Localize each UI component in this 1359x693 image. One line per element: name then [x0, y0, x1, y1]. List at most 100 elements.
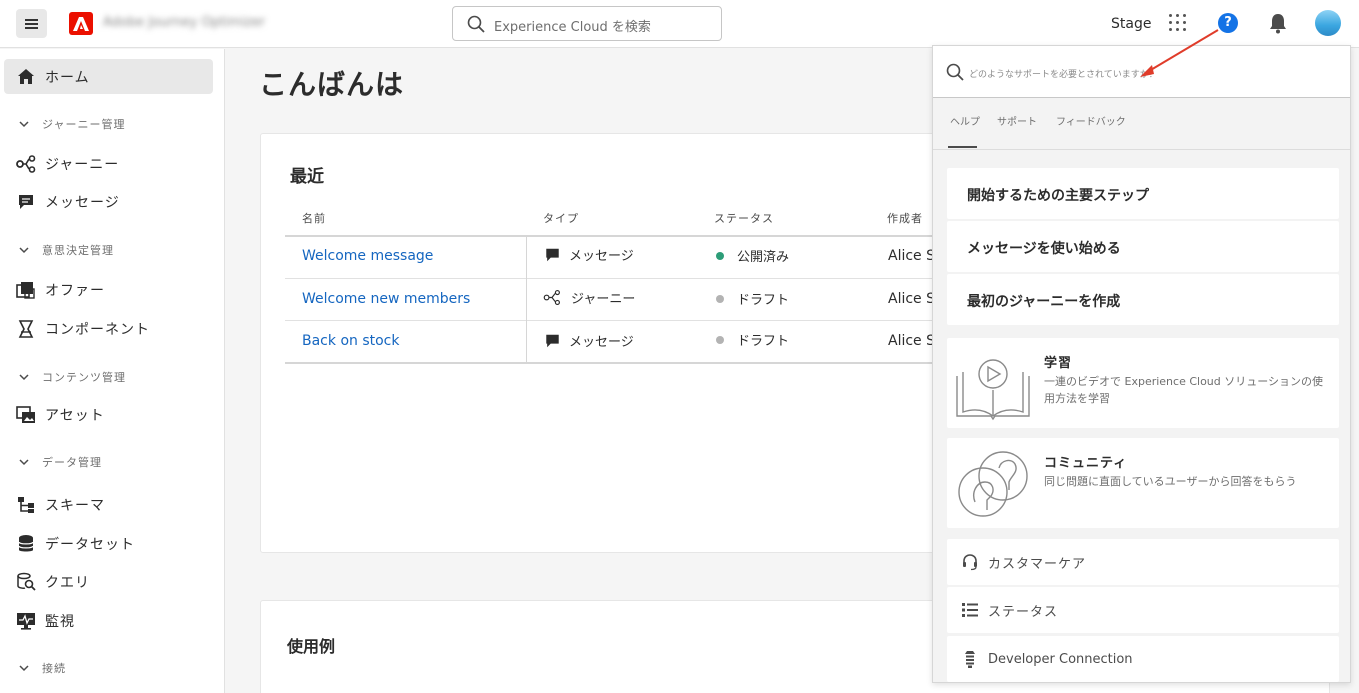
tab-help[interactable]: ヘルプ: [950, 113, 980, 128]
section-label: ジャーニー管理: [42, 118, 126, 131]
type-label: メッセージ: [569, 249, 634, 264]
sidebar-item-datasets[interactable]: データセット: [4, 526, 213, 561]
adobe-logo[interactable]: [69, 12, 93, 35]
sidebar-item-assets[interactable]: アセット: [4, 397, 213, 432]
table-row-author: Alice S: [888, 248, 936, 264]
status-dot: [716, 335, 724, 344]
sidebar-item-messages[interactable]: メッセージ: [4, 184, 213, 219]
sidebar-item-label: データセット: [45, 536, 135, 553]
status-label: ドラフト: [737, 293, 790, 308]
status-dot: [716, 251, 724, 260]
table-divider: [285, 235, 935, 237]
bell-icon[interactable]: [1268, 12, 1288, 38]
card-title: 使用例: [287, 637, 336, 656]
card-title: 最近: [290, 167, 324, 187]
tab-support[interactable]: サポート: [997, 113, 1037, 128]
community-icon: [958, 451, 1028, 517]
help-tabs: ヘルプ サポート フィードバック: [933, 98, 1350, 150]
home-icon: [15, 66, 37, 88]
help-row-status[interactable]: ステータス: [947, 587, 1339, 633]
table-divider: [285, 362, 935, 364]
section-label: 意思決定管理: [42, 244, 114, 257]
help-link-label: 開始するための主要ステップ: [967, 188, 1149, 204]
dataset-icon: [15, 533, 37, 555]
help-link-getting-started[interactable]: 開始するための主要ステップ: [947, 168, 1339, 219]
sidebar-item-label: ジャーニー: [45, 156, 120, 173]
sidebar-item-offers[interactable]: オファー: [4, 272, 213, 307]
page-title: こんばんは: [259, 68, 405, 101]
table-divider: [285, 320, 935, 321]
help-link-label: メッセージを使い始める: [967, 241, 1121, 257]
sidebar-item-components[interactable]: コンポーネント: [4, 311, 213, 346]
sidebar-item-monitoring[interactable]: 監視: [4, 603, 213, 638]
section-connections[interactable]: 接続: [18, 660, 66, 676]
section-journey-management[interactable]: ジャーニー管理: [18, 116, 125, 132]
components-icon: [15, 318, 37, 340]
table-row-type: ジャーニー: [543, 288, 635, 307]
offer-icon: [15, 279, 37, 301]
status-badge: 公開済み: [716, 246, 789, 265]
chevron-down-icon: [19, 459, 29, 466]
chevron-down-icon: [19, 121, 29, 128]
message-icon: [543, 332, 561, 350]
headset-icon: [960, 552, 980, 572]
table-row-type: メッセージ: [543, 331, 634, 350]
column-header-type[interactable]: タイプ: [543, 210, 579, 226]
status-badge: ドラフト: [716, 289, 789, 308]
column-header-status[interactable]: ステータス: [714, 210, 774, 226]
table-row-name-link[interactable]: Back on stock: [302, 333, 399, 349]
help-learn-card[interactable]: 学習 一連のビデオで Experience Cloud ソリューションの使用方法…: [947, 338, 1339, 428]
section-decision-management[interactable]: 意思決定管理: [18, 242, 114, 258]
column-header-name[interactable]: 名前: [302, 210, 326, 226]
message-icon: [543, 246, 561, 264]
sidebar-item-label: コンポーネント: [45, 321, 150, 338]
search-placeholder: Experience Cloud を検索: [494, 20, 651, 35]
learn-description: 一連のビデオで Experience Cloud ソリューションの使用方法を学習: [1044, 375, 1324, 405]
help-link-label: 最初のジャーニーを作成: [967, 294, 1121, 310]
message-icon: [15, 191, 37, 213]
help-link-first-journey[interactable]: 最初のジャーニーを作成: [947, 274, 1339, 325]
status-badge: ドラフト: [716, 330, 789, 349]
help-row-customer-care[interactable]: カスタマーケア: [947, 539, 1339, 585]
sidebar-item-home[interactable]: ホーム: [4, 59, 213, 94]
sidebar-item-schemas[interactable]: スキーマ: [4, 487, 213, 522]
sidebar-item-label: メッセージ: [45, 194, 120, 211]
column-header-author[interactable]: 作成者: [887, 210, 923, 226]
sidebar-item-label: 監視: [45, 613, 75, 630]
table-divider: [285, 278, 935, 279]
help-row-label: カスタマーケア: [988, 556, 1087, 572]
table-row-name-link[interactable]: Welcome new members: [302, 291, 470, 307]
type-label: メッセージ: [569, 335, 634, 350]
avatar[interactable]: [1315, 10, 1341, 36]
learn-book-icon: [956, 359, 1030, 421]
table-divider: [526, 236, 527, 364]
search-icon: [946, 63, 964, 85]
help-link-messages[interactable]: メッセージを使い始める: [947, 221, 1339, 272]
help-community-card[interactable]: コミュニティ 同じ問題に直面しているユーザーから回答をもらう: [947, 438, 1339, 528]
learn-title: 学習: [1044, 356, 1073, 371]
sidebar-item-journeys[interactable]: ジャーニー: [4, 146, 213, 181]
menu-icon: [25, 18, 38, 29]
journey-icon: [543, 289, 561, 307]
chevron-down-icon: [19, 665, 29, 672]
tab-feedback[interactable]: フィードバック: [1056, 113, 1126, 128]
journey-icon: [15, 153, 37, 175]
sidebar-item-queries[interactable]: クエリ: [4, 564, 213, 599]
status-label: ドラフト: [737, 334, 790, 349]
help-row-label: ステータス: [988, 604, 1059, 620]
sidebar-item-label: スキーマ: [45, 497, 105, 514]
help-row-developer-connection[interactable]: Developer Connection: [947, 636, 1339, 682]
menu-button[interactable]: [16, 9, 47, 38]
section-content-management[interactable]: コンテンツ管理: [18, 369, 126, 385]
sidebar-item-label: クエリ: [45, 574, 90, 591]
table-row-author: Alice S: [888, 333, 936, 349]
product-name[interactable]: Adobe Journey Optimizer: [103, 15, 265, 30]
table-row-name-link[interactable]: Welcome message: [302, 248, 433, 264]
sidebar-item-label: アセット: [45, 407, 105, 424]
section-data-management[interactable]: データ管理: [18, 454, 102, 470]
help-row-label: Developer Connection: [988, 651, 1133, 667]
monitor-icon: [15, 610, 37, 632]
table-row-type: メッセージ: [543, 245, 634, 264]
global-search[interactable]: Experience Cloud を検索: [452, 6, 722, 41]
section-label: コンテンツ管理: [42, 371, 126, 384]
